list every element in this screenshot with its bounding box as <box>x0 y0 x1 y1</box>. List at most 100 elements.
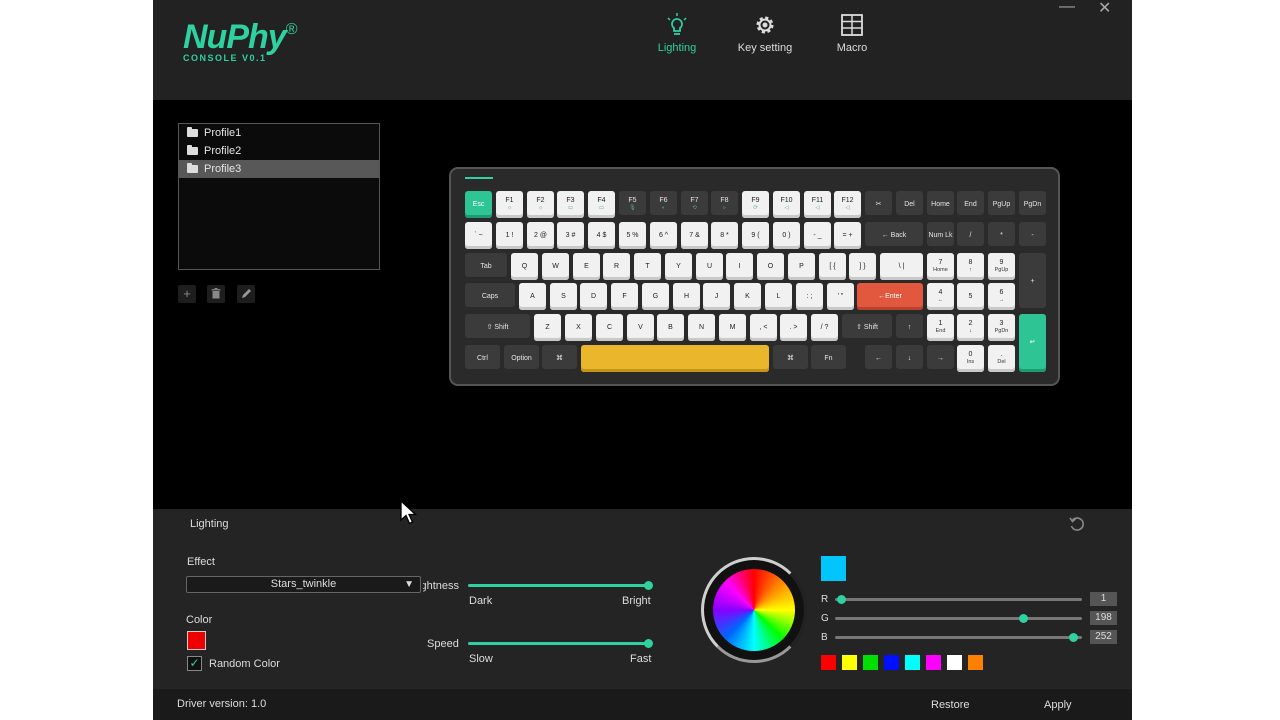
key[interactable]: Esc <box>465 191 492 218</box>
key[interactable]: 5 % <box>619 222 646 249</box>
close-button[interactable]: ✕ <box>1098 0 1111 18</box>
key[interactable]: Tab <box>465 253 507 280</box>
color-swatch[interactable] <box>884 655 899 670</box>
key[interactable]: U <box>696 253 723 280</box>
key[interactable]: 0 Ins <box>957 345 984 372</box>
key[interactable]: = + <box>834 222 861 249</box>
key[interactable]: H <box>673 283 700 310</box>
key[interactable]: 7 & <box>681 222 708 249</box>
r-slider-track[interactable] <box>835 598 1082 601</box>
key[interactable]: 0 ) <box>773 222 800 249</box>
key[interactable]: ← Back <box>865 222 923 249</box>
key[interactable]: + <box>1019 253 1046 311</box>
key[interactable]: Z <box>534 314 561 341</box>
key[interactable]: L <box>765 283 792 310</box>
key[interactable]: 7 Home <box>927 253 954 280</box>
key[interactable]: / <box>957 222 984 249</box>
key[interactable]: F11 ◁ <box>804 191 831 218</box>
key[interactable]: . > <box>780 314 807 341</box>
color-swatch[interactable] <box>821 655 836 670</box>
edit-profile-button[interactable] <box>237 285 255 303</box>
key[interactable]: Num Lk <box>927 222 954 249</box>
profile-item[interactable]: Profile2 <box>179 142 379 160</box>
nav-lighting[interactable]: Lighting <box>642 12 712 54</box>
key[interactable]: 9 ( <box>742 222 769 249</box>
key[interactable]: PgUp <box>988 191 1015 218</box>
key[interactable]: ⇧ Shift <box>842 314 892 341</box>
key[interactable]: Q <box>511 253 538 280</box>
key[interactable]: ↑ <box>896 314 923 341</box>
color-swatch[interactable] <box>842 655 857 670</box>
key[interactable]: * <box>988 222 1015 249</box>
key[interactable]: I <box>726 253 753 280</box>
b-value[interactable]: 252 <box>1090 630 1117 644</box>
effect-select[interactable]: Stars_twinkle ▼ <box>186 576 421 593</box>
key[interactable]: ` ~ <box>465 222 492 249</box>
key[interactable]: B <box>657 314 684 341</box>
key[interactable]: 4 ← <box>927 283 954 310</box>
key[interactable]: F9 ⟳ <box>742 191 769 218</box>
color-swatch[interactable] <box>863 655 878 670</box>
key[interactable]: PgDn <box>1019 191 1046 218</box>
color-picker-swatch[interactable] <box>187 631 206 650</box>
key[interactable]: → <box>927 345 954 372</box>
key[interactable]: 2 @ <box>527 222 554 249</box>
key[interactable]: ⌘ <box>542 345 577 372</box>
key[interactable]: 2 ↓ <box>957 314 984 341</box>
key[interactable]: ↓ <box>896 345 923 372</box>
key[interactable]: ← <box>865 345 892 372</box>
key[interactable]: . Del <box>988 345 1015 372</box>
key[interactable]: / ? <box>811 314 838 341</box>
key[interactable]: 8 ↑ <box>957 253 984 280</box>
color-swatch[interactable] <box>905 655 920 670</box>
key[interactable]: 5 <box>957 283 984 310</box>
profile-item-selected[interactable]: Profile3 <box>179 160 379 178</box>
brightness-slider-thumb[interactable] <box>644 581 653 590</box>
key[interactable]: \ | <box>880 253 923 280</box>
color-swatch[interactable] <box>947 655 962 670</box>
key[interactable]: A <box>519 283 546 310</box>
key[interactable]: K <box>734 283 761 310</box>
key[interactable]: [ { <box>819 253 846 280</box>
key[interactable]: : ; <box>796 283 823 310</box>
key[interactable]: G <box>642 283 669 310</box>
key[interactable]: 1 End <box>927 314 954 341</box>
key[interactable]: ←Enter <box>857 283 923 310</box>
key[interactable]: , < <box>750 314 777 341</box>
key[interactable]: T <box>634 253 661 280</box>
color-swatch[interactable] <box>968 655 983 670</box>
key[interactable]: ✂ <box>865 191 892 218</box>
key[interactable]: ' " <box>827 283 854 310</box>
key[interactable]: E <box>573 253 600 280</box>
b-slider-thumb[interactable] <box>1069 633 1078 642</box>
key[interactable]: F2 ☼ <box>527 191 554 218</box>
color-swatch[interactable] <box>926 655 941 670</box>
color-wheel[interactable] <box>701 557 807 663</box>
key[interactable]: F6 ◐ <box>650 191 677 218</box>
key[interactable]: 3 # <box>557 222 584 249</box>
minimize-button[interactable]: — <box>1059 0 1075 16</box>
key[interactable]: X <box>565 314 592 341</box>
apply-button[interactable]: Apply <box>1044 699 1072 711</box>
key[interactable]: D <box>580 283 607 310</box>
key[interactable]: O <box>757 253 784 280</box>
key[interactable]: Del <box>896 191 923 218</box>
key[interactable]: C <box>596 314 623 341</box>
key[interactable]: 8 * <box>711 222 738 249</box>
key[interactable]: Y <box>665 253 692 280</box>
g-slider-track[interactable] <box>835 617 1082 620</box>
key[interactable]: F10 ◁ <box>773 191 800 218</box>
r-value[interactable]: 1 <box>1090 592 1117 606</box>
key[interactable]: F5 🎙 <box>619 191 646 218</box>
key[interactable]: P <box>788 253 815 280</box>
nav-macro[interactable]: Macro <box>817 12 887 54</box>
key[interactable]: ] } <box>849 253 876 280</box>
key[interactable]: J <box>703 283 730 310</box>
key[interactable]: Option <box>504 345 539 372</box>
speed-slider-thumb[interactable] <box>644 639 653 648</box>
key[interactable]: 6 ^ <box>650 222 677 249</box>
key[interactable]: F8 ▹ <box>711 191 738 218</box>
random-color-checkbox[interactable]: ✓ <box>187 656 202 671</box>
key[interactable]: N <box>688 314 715 341</box>
key[interactable]: F4 ▭ <box>588 191 615 218</box>
